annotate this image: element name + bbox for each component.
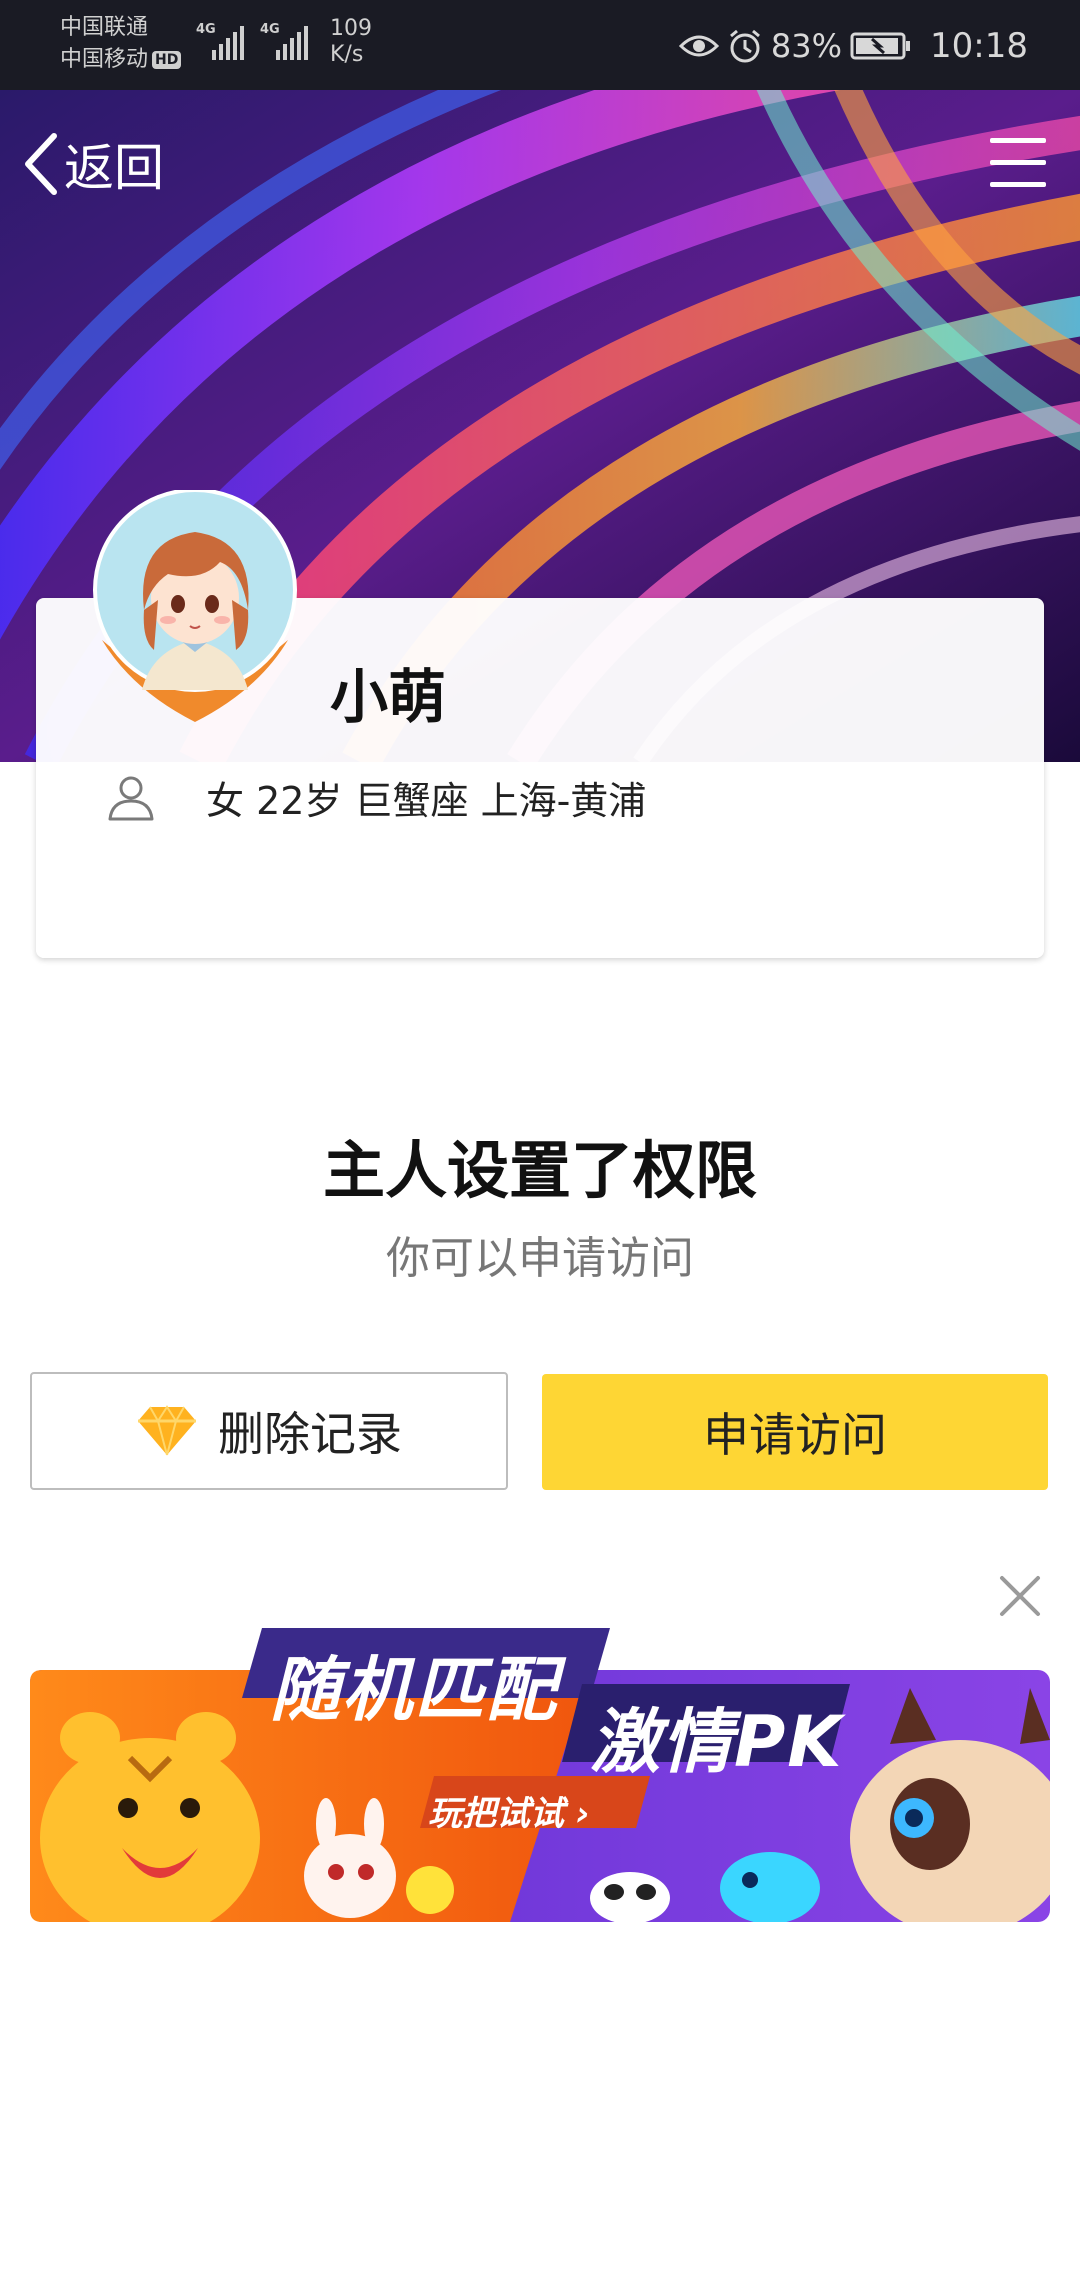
ad-cta: 玩把试试 › [428,1794,590,1834]
chevron-left-icon [25,133,57,195]
carrier-1: 中国联通 [60,15,149,40]
menu-button[interactable] [990,138,1046,188]
speed-value: 109 [330,16,372,41]
avatar[interactable] [92,490,298,730]
close-ad-button[interactable] [996,1572,1044,1620]
clock: 10:18 [930,26,1028,66]
ad-title-2: 激情PK [590,1701,844,1783]
battery-charging-icon [850,32,911,60]
alarm-icon [729,29,760,63]
carrier-info: 中国联通 中国移动 HD [60,12,182,76]
close-icon [1000,1576,1040,1616]
apply-visit-label: 申请访问 [703,1408,887,1462]
hamburger-menu-icon [990,138,1046,143]
hd-badge: HD [152,51,182,69]
profile-info: 女 22岁 巨蟹座 上海-黄浦 [206,779,647,823]
signal-bars-icon [212,26,244,60]
speed-unit: K/s [330,42,364,67]
apply-visit-button[interactable]: 申请访问 [542,1374,1048,1490]
screen: 中国联通 中国移动 HD 4G 4G 109 K/s 83% 10:18 返回 … [0,0,1080,2280]
status-right: 83% 10:18 [678,26,1028,66]
permission-subtitle: 你可以申请访问 [386,1233,694,1284]
back-button[interactable]: 返回 [22,128,164,200]
network-speed: 109 K/s [330,16,372,68]
delete-record-label: 删除记录 [218,1407,402,1461]
signal-bars-icon [276,26,308,60]
person-outline-icon [108,776,154,820]
carrier-2-row: 中国移动 HD [60,44,182,76]
hamburger-line [990,182,1046,187]
permission-title: 主人设置了权限 [322,1134,757,1207]
back-label: 返回 [64,139,164,197]
diamond-icon [138,1405,196,1456]
nickname: 小萌 [330,663,447,731]
delete-record-button[interactable]: 删除记录 [30,1372,508,1490]
eye-icon [678,35,719,57]
battery-percent: 83% [770,27,843,65]
profile-info-row: 女 22岁 巨蟹座 上海-黄浦 [106,770,646,825]
hamburger-line [990,160,1046,165]
ad-banner[interactable]: 随机匹配 激情PK 玩把试试 › [30,1628,1050,1922]
carrier-2: 中国移动 [60,47,149,72]
status-bar: 中国联通 中国移动 HD 4G 4G 109 K/s 83% 10:18 [0,0,1080,90]
ad-title-1: 随机匹配 [270,1649,558,1731]
